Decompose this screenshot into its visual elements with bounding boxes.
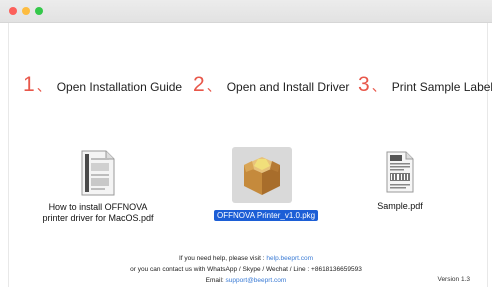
pdf-document-icon	[80, 150, 116, 196]
support-email-link[interactable]: support@beeprt.com	[226, 277, 287, 284]
file-name: Sample.pdf	[377, 201, 423, 211]
version-label: Version 1.3	[437, 276, 470, 283]
close-window-button[interactable]	[9, 7, 17, 15]
step-separator: 、	[371, 78, 386, 94]
installation-guide-file[interactable]: How to install OFFNOVA printer driver fo…	[38, 150, 158, 224]
step-separator: 、	[206, 78, 221, 94]
file-name-line-2: printer driver for MacOS.pdf	[42, 213, 154, 223]
driver-package-file[interactable]: OFFNOVA Printer_v1.0.pkg	[214, 147, 319, 223]
file-name-selected: OFFNOVA Printer_v1.0.pkg	[214, 210, 319, 221]
help-text: If you need help, please visit : help.be…	[0, 253, 492, 286]
email-label: Email:	[205, 277, 224, 284]
step-number: 3	[358, 73, 370, 96]
label-document-icon	[385, 151, 415, 193]
step-3: 3 、 Print Sample Label	[358, 73, 492, 97]
help-line-2: or you can contact us with WhatsApp / Sk…	[130, 266, 362, 273]
selection-highlight	[232, 147, 292, 203]
step-1: 1 、 Open Installation Guide	[23, 73, 182, 97]
step-number: 2	[193, 73, 205, 96]
help-website-link[interactable]: help.beeprt.com	[266, 255, 313, 262]
help-line-1: If you need help, please visit : help.be…	[0, 253, 492, 264]
title-bar[interactable]	[0, 0, 492, 23]
step-label: Print Sample Label	[391, 80, 492, 94]
package-box-icon	[244, 157, 280, 195]
step-number: 1	[23, 73, 35, 96]
installer-window: 1 、 Open Installation Guide 2 、 Open and…	[0, 0, 492, 292]
minimize-window-button[interactable]	[22, 7, 30, 15]
step-2: 2 、 Open and Install Driver	[193, 73, 349, 97]
maximize-window-button[interactable]	[35, 7, 43, 15]
help-visit-text: If you need help, please visit :	[178, 255, 265, 262]
step-separator: 、	[36, 78, 51, 94]
help-line-3: Email: support@beeprt.com	[0, 275, 492, 286]
step-label: Open and Install Driver	[226, 80, 350, 94]
sample-label-file[interactable]: Sample.pdf	[365, 151, 435, 212]
file-name-line-1: How to install OFFNOVA	[48, 202, 148, 212]
step-label: Open Installation Guide	[56, 80, 183, 94]
